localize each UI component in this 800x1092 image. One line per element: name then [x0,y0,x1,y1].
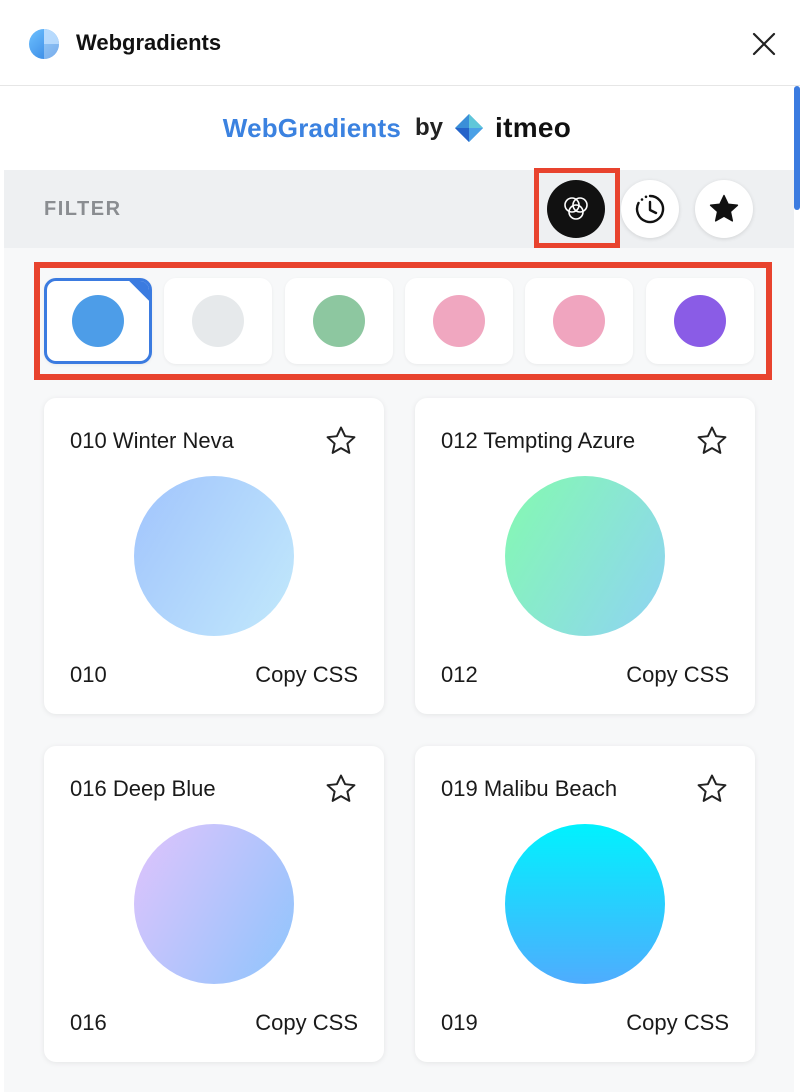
star-outline-icon[interactable] [695,772,729,806]
color-dot [553,295,605,347]
gradient-preview[interactable] [505,824,665,984]
copy-css-button[interactable]: Copy CSS [626,1010,729,1036]
copy-css-button[interactable]: Copy CSS [255,662,358,688]
star-outline-icon[interactable] [324,772,358,806]
webgradients-logo-icon [29,29,59,59]
gradient-card[interactable]: 010 Winter Neva 010 Copy CSS [44,398,384,714]
color-swatch-blue[interactable] [44,278,152,364]
color-swatch-purple[interactable] [646,278,754,364]
color-swatch-green[interactable] [285,278,393,364]
star-outline-icon[interactable] [324,424,358,458]
favorites-filter-button[interactable] [695,180,753,238]
title-bar: Webgradients [0,0,800,86]
app-window: Webgradients WebGradients by itmeo FILTE… [0,0,800,1092]
color-dot [72,295,124,347]
selected-corner-icon [129,281,149,301]
gradient-number: 010 [70,662,107,687]
content-area: FILTER 010 Winter Neva 010 Copy CSS 012 … [4,168,794,1092]
copy-css-button[interactable]: Copy CSS [255,1010,358,1036]
brand-by: by [414,114,443,141]
color-dot [313,295,365,347]
gradient-card[interactable]: 012 Tempting Azure 012 Copy CSS [415,398,755,714]
star-filled-icon [709,194,739,222]
color-swatch-pink[interactable] [405,278,513,364]
close-icon[interactable] [748,28,780,60]
gradient-title: 010 Winter Neva [70,428,234,453]
gradient-title: 019 Malibu Beach [441,776,618,801]
gradient-preview[interactable] [505,476,665,636]
color-dot [433,295,485,347]
brand-owner: itmeo [495,112,572,143]
color-swatch-gray[interactable] [164,278,272,364]
clock-history-icon [635,194,665,224]
color-filter-button[interactable] [547,180,605,238]
gradient-preview[interactable] [134,476,294,636]
gradient-preview[interactable] [134,824,294,984]
gradient-title: 012 Tempting Azure [441,428,636,453]
color-dot [674,295,726,347]
gradient-number: 016 [70,1010,107,1035]
gradient-card[interactable]: 019 Malibu Beach 019 Copy CSS [415,746,755,1062]
color-swatch-rose[interactable] [525,278,633,364]
scrollbar-thumb[interactable] [794,86,800,210]
star-outline-icon[interactable] [695,424,729,458]
filter-label: FILTER [44,198,122,220]
recent-filter-button[interactable] [621,180,679,238]
brand-banner[interactable]: WebGradients by itmeo [0,86,794,170]
gradient-title: 016 Deep Blue [70,776,216,801]
gradient-card[interactable]: 016 Deep Blue 016 Copy CSS [44,746,384,1062]
overlapping-circles-icon [564,197,588,220]
filter-bar: FILTER [4,170,794,248]
itmeo-logo-icon [455,114,483,142]
gradient-number: 012 [441,662,478,687]
color-dot [192,295,244,347]
copy-css-button[interactable]: Copy CSS [626,662,729,688]
window-title: Webgradients [76,30,222,55]
gradient-number: 019 [441,1010,478,1035]
brand-name: WebGradients [222,112,401,143]
